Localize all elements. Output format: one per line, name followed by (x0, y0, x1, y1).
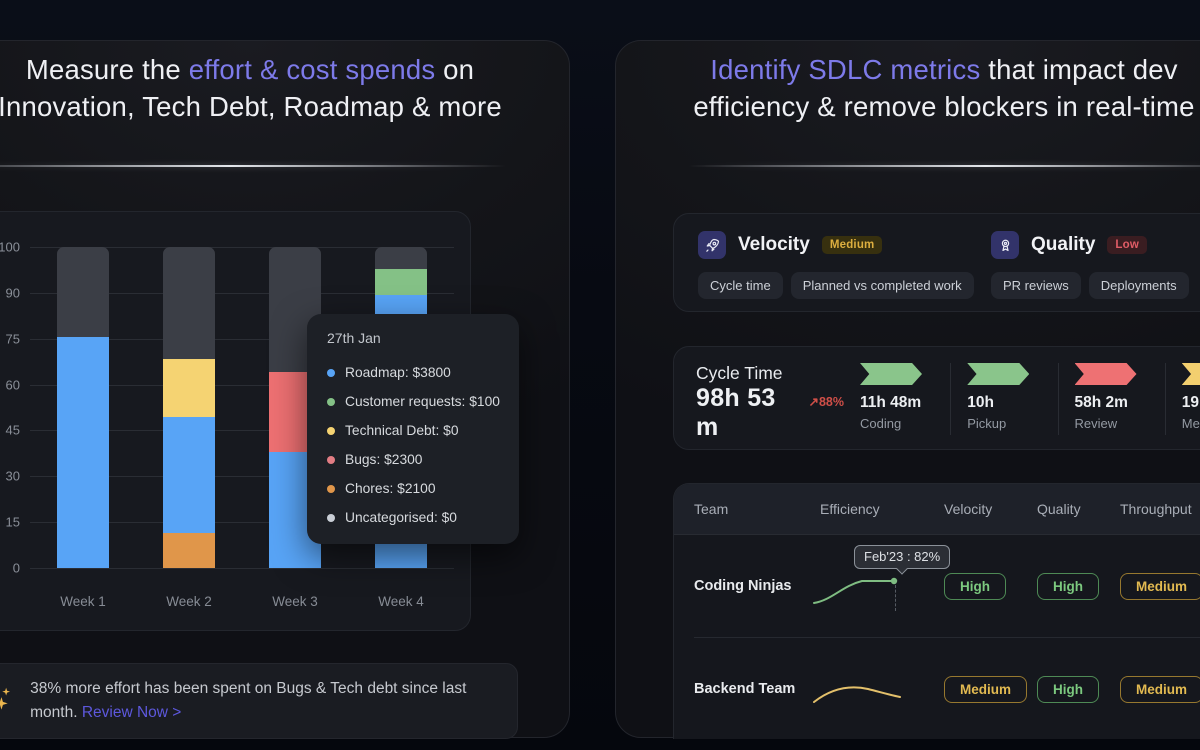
chip-pr-reviews[interactable]: PR reviews (991, 272, 1081, 299)
tooltip-item: Uncategorised: $0 (327, 503, 501, 532)
stage-merge: 19h 1m Merge (1165, 363, 1200, 435)
stage-arrow-icon (967, 363, 1029, 385)
week-label: Week 1 (60, 594, 106, 609)
y-tick: 75 (0, 331, 20, 346)
y-tick: 60 (0, 377, 20, 392)
stage-arrow-icon (1182, 363, 1200, 385)
velocity-section: Velocity Medium Cycle time Planned vs co… (698, 231, 991, 311)
bugs-dot-icon (327, 456, 335, 464)
quality-pill: High (1037, 676, 1099, 703)
quality-title: Quality (1031, 234, 1095, 256)
velocity-badge: Medium (822, 236, 883, 254)
quality-section: Quality Low PR reviews Deployments (991, 231, 1200, 311)
teams-table-card: Team Efficiency Velocity Quality Through… (673, 483, 1200, 739)
y-tick: 15 (0, 515, 20, 530)
y-tick: 30 (0, 469, 20, 484)
rocket-icon (698, 231, 726, 259)
y-tick: 100 (0, 240, 20, 255)
table-row-coding-ninjas[interactable]: Coding Ninjas Feb'23 : 82% High High Med… (674, 535, 1200, 637)
roadmap-dot-icon (327, 369, 335, 377)
bar-week-2[interactable] (163, 247, 215, 568)
effort-cost-chart-card: 100 90 75 60 45 30 15 0 Week 1 Week 2 We… (0, 211, 471, 631)
team-name: Coding Ninjas (694, 578, 820, 594)
efficiency-sparkline: Feb'23 : 82% (820, 535, 944, 637)
right-heading: Identify SDLC metrics that impact dev ef… (670, 51, 1200, 125)
throughput-pill: Medium (1120, 573, 1200, 600)
velocity-pill: Medium (944, 676, 1027, 703)
tooltip-date: 27th Jan (327, 330, 501, 346)
cost-spends-panel: Measure the effort & cost spends on Inno… (0, 40, 570, 738)
tooltip-item: Technical Debt: $0 (327, 416, 501, 445)
sparkles-icon (0, 684, 13, 718)
right-divider-glow (688, 165, 1200, 167)
chores-dot-icon (327, 485, 335, 493)
left-heading: Measure the effort & cost spends on Inno… (0, 51, 503, 125)
cycle-stages: 11h 48m Coding 10h Pickup 58h 2m Review … (844, 363, 1200, 435)
cycle-time-card: Cycle Time 98h 53 m ↗88% 11h 48m Coding … (673, 346, 1200, 450)
x-axis-labels: Week 1 Week 2 Week 3 Week 4 (30, 594, 454, 609)
velocity-title: Velocity (738, 234, 810, 256)
team-name: Backend Team (694, 681, 820, 697)
y-tick: 0 (0, 561, 20, 576)
cycle-time-total: 98h 53 m (696, 384, 800, 442)
review-now-link[interactable]: Review Now > (82, 704, 182, 721)
cycle-time-title: Cycle Time (696, 363, 844, 384)
cycle-time-delta: ↗88% (808, 394, 844, 409)
trend-up-icon: ↗ (808, 395, 818, 409)
stage-pickup: 10h Pickup (950, 363, 1057, 435)
table-row-backend-team[interactable]: Backend Team Medium High Medium (674, 638, 1200, 739)
week-label: Week 2 (166, 594, 212, 609)
quality-badge: Low (1107, 236, 1147, 254)
customer-requests-dot-icon (327, 398, 335, 406)
landing-screenshot: { "left_panel": { "heading": { "pre": "M… (0, 0, 1200, 750)
bar-week-1[interactable] (57, 247, 109, 568)
left-heading-accent: effort & cost spends (189, 54, 436, 85)
cycle-time-summary: Cycle Time 98h 53 m ↗88% (696, 363, 844, 435)
week-label: Week 3 (272, 594, 318, 609)
tooltip-item: Customer requests: $100 (327, 387, 501, 416)
y-tick: 90 (0, 285, 20, 300)
stage-arrow-icon (1075, 363, 1137, 385)
sdlc-metrics-panel: Identify SDLC metrics that impact dev ef… (615, 40, 1200, 738)
col-throughput: Throughput (1120, 501, 1200, 517)
quality-pill: High (1037, 573, 1099, 600)
col-efficiency: Efficiency (820, 501, 944, 517)
tooltip-item: Chores: $2100 (327, 474, 501, 503)
col-quality: Quality (1037, 501, 1120, 517)
sparkline-yellow (812, 676, 908, 708)
col-team: Team (694, 501, 820, 517)
left-heading-pre: Measure the (26, 54, 189, 85)
throughput-pill: Medium (1120, 676, 1200, 703)
tooltip-item: Roadmap: $3800 (327, 358, 501, 387)
chip-cycle-time[interactable]: Cycle time (698, 272, 783, 299)
table-header: Team Efficiency Velocity Quality Through… (674, 484, 1200, 535)
stage-arrow-icon (860, 363, 922, 385)
insight-card: 38% more effort has been spent on Bugs &… (0, 663, 518, 739)
y-tick: 45 (0, 423, 20, 438)
chart-tooltip: 27th Jan Roadmap: $3800 Customer request… (307, 314, 519, 544)
col-velocity: Velocity (944, 501, 1037, 517)
week-label: Week 4 (378, 594, 424, 609)
uncategorised-dot-icon (327, 514, 335, 522)
efficiency-sparkline (820, 638, 944, 739)
sparkline-green (812, 573, 908, 609)
sparkline-tooltip: Feb'23 : 82% (854, 545, 950, 569)
metrics-overview-card: Velocity Medium Cycle time Planned vs co… (673, 213, 1200, 312)
chip-deployments[interactable]: Deployments (1089, 272, 1189, 299)
right-heading-accent: Identify SDLC metrics (710, 54, 980, 85)
medal-icon (991, 231, 1019, 259)
insight-text: 38% more effort has been spent on Bugs &… (30, 677, 491, 725)
stage-coding: 11h 48m Coding (844, 363, 950, 435)
sparkline-dash-line (895, 585, 896, 611)
velocity-pill: High (944, 573, 1006, 600)
left-divider-glow (0, 165, 507, 167)
chip-planned-vs-completed[interactable]: Planned vs completed work (791, 272, 974, 299)
technical-debt-dot-icon (327, 427, 335, 435)
stage-review: 58h 2m Review (1058, 363, 1165, 435)
tooltip-item: Bugs: $2300 (327, 445, 501, 474)
